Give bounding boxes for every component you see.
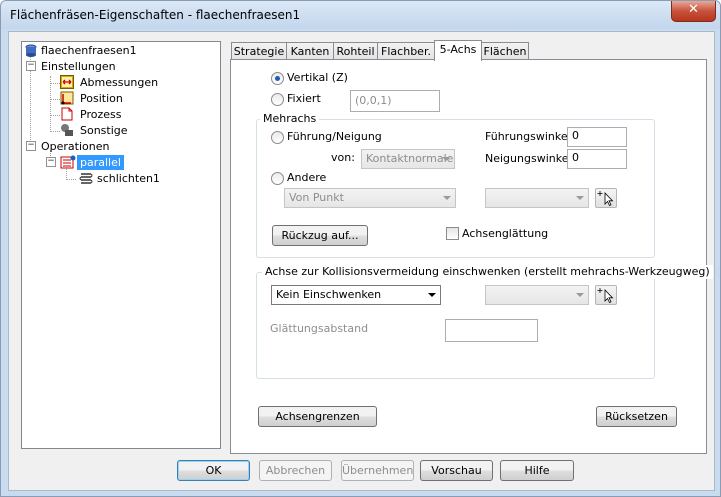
retract-button[interactable]: Rückzug auf...: [272, 225, 368, 246]
pick-cursor-icon: [597, 288, 614, 304]
other-radio[interactable]: [271, 172, 284, 185]
title-bar[interactable]: Flächenfräsen-Eigenschaften - flaechenfr…: [1, 1, 720, 29]
operation-icon: [60, 155, 76, 169]
expand-toggle[interactable]: −: [26, 141, 36, 151]
lead-tilt-radio[interactable]: [271, 131, 284, 144]
von-value: Kontaktnormale: [366, 152, 454, 165]
mehrachs-group-label: Mehrachs: [260, 112, 320, 126]
pick-point-button[interactable]: [595, 188, 617, 208]
smooth-distance-label: Glättungsabstand: [270, 322, 369, 335]
tree-op-parallel[interactable]: parallel: [77, 155, 124, 170]
collision-mode-dropdown[interactable]: Kein Einschwenken: [271, 285, 441, 305]
fixed-label: Fixiert: [287, 92, 321, 105]
tree-connector: [50, 131, 60, 132]
smoothing-checkbox[interactable]: [446, 227, 459, 240]
window-title: Flächenfräsen-Eigenschaften - flaechenfr…: [10, 8, 301, 22]
tab-panel-5-achs: Vertikal (Z) Fixiert (0,0,1) Mehrachs Fü…: [230, 59, 713, 454]
chevron-down-icon: [442, 157, 450, 161]
tree-item-abmessungen[interactable]: Abmessungen: [80, 75, 158, 90]
vertical-label: Vertikal (Z): [287, 71, 348, 84]
tree-item-prozess[interactable]: Prozess: [80, 107, 121, 122]
other-label: Andere: [287, 171, 327, 184]
collision-group-label: Achse zur Kollisionsvermeidung einschwen…: [262, 265, 713, 279]
lead-tilt-label: Führung/Neigung: [287, 130, 382, 143]
lead-angle-field[interactable]: 0: [567, 127, 627, 147]
dialog-client: flaechenfraesen1 − Einstellungen Abmessu…: [8, 31, 715, 491]
tree-item-sonstige[interactable]: Sonstige: [80, 123, 128, 138]
von-label: von:: [331, 151, 355, 164]
collision-mode-value: Kein Einschwenken: [276, 288, 382, 301]
finishing-icon: [79, 171, 93, 185]
chevron-down-icon: [576, 293, 584, 297]
tree-operations[interactable]: Operationen: [41, 139, 109, 154]
tab-kanten[interactable]: Kanten: [286, 42, 334, 60]
expand-toggle[interactable]: −: [26, 61, 36, 71]
pick-cursor-icon: [597, 191, 614, 207]
tab-flaechen[interactable]: Flächen: [481, 42, 529, 60]
process-icon: [60, 107, 74, 121]
dimensions-icon: [60, 75, 74, 89]
collision-mode-dropdown-2[interactable]: [485, 285, 589, 305]
other-dropdown[interactable]: Von Punkt: [284, 188, 456, 208]
fixed-vector-field[interactable]: (0,0,1): [350, 90, 440, 112]
position-icon: [60, 91, 74, 105]
tree-connector: [66, 179, 76, 180]
cancel-button[interactable]: Abbrechen: [259, 460, 332, 481]
apply-button[interactable]: Übernehmen: [341, 460, 414, 481]
tab-rohteil[interactable]: Rohteil: [333, 42, 378, 60]
tilt-angle-field[interactable]: 0: [567, 149, 627, 169]
other-dropdown-2[interactable]: [485, 188, 589, 208]
chevron-down-icon: [428, 293, 436, 297]
dialog-window: Flächenfräsen-Eigenschaften - flaechenfr…: [0, 0, 721, 497]
fixed-radio[interactable]: [271, 93, 284, 106]
expand-toggle[interactable]: −: [46, 157, 56, 167]
tree-connector: [50, 115, 60, 116]
misc-icon: [60, 123, 74, 137]
tab-strategie[interactable]: Strategie: [231, 42, 287, 60]
pick-axis-button[interactable]: [595, 285, 617, 305]
chevron-down-icon: [576, 196, 584, 200]
close-button[interactable]: ✕: [671, 1, 716, 22]
preview-button[interactable]: Vorschau: [420, 460, 493, 481]
other-value: Von Punkt: [289, 191, 344, 204]
tree-connector: [50, 83, 60, 84]
reset-button[interactable]: Rücksetzen: [596, 406, 677, 427]
axis-limits-button[interactable]: Achsengrenzen: [258, 406, 377, 427]
lead-angle-label: Führungswinkel: [485, 130, 571, 143]
tree-root[interactable]: flaechenfraesen1: [41, 43, 137, 58]
tilt-angle-label: Neigungswinkel: [485, 152, 572, 165]
von-dropdown[interactable]: Kontaktnormale: [361, 149, 455, 169]
tree-op-schlichten[interactable]: schlichten1: [97, 171, 160, 186]
property-tree[interactable]: flaechenfraesen1 − Einstellungen Abmessu…: [21, 41, 221, 449]
smooth-distance-field[interactable]: [445, 319, 538, 342]
vertical-radio[interactable]: [271, 72, 284, 85]
chevron-down-icon: [443, 196, 451, 200]
tree-settings[interactable]: Einstellungen: [41, 59, 116, 74]
tree-connector: [50, 76, 51, 132]
ok-button[interactable]: OK: [177, 460, 250, 481]
tree-connector: [50, 99, 60, 100]
tab-5-achs[interactable]: 5-Achs: [434, 40, 482, 61]
tab-flachber[interactable]: Flachber.: [377, 42, 435, 60]
smoothing-label: Achsenglättung: [462, 227, 549, 240]
cylinder-icon: [25, 44, 39, 58]
tree-item-position[interactable]: Position: [80, 91, 123, 106]
help-button[interactable]: Hilfe: [500, 460, 574, 481]
